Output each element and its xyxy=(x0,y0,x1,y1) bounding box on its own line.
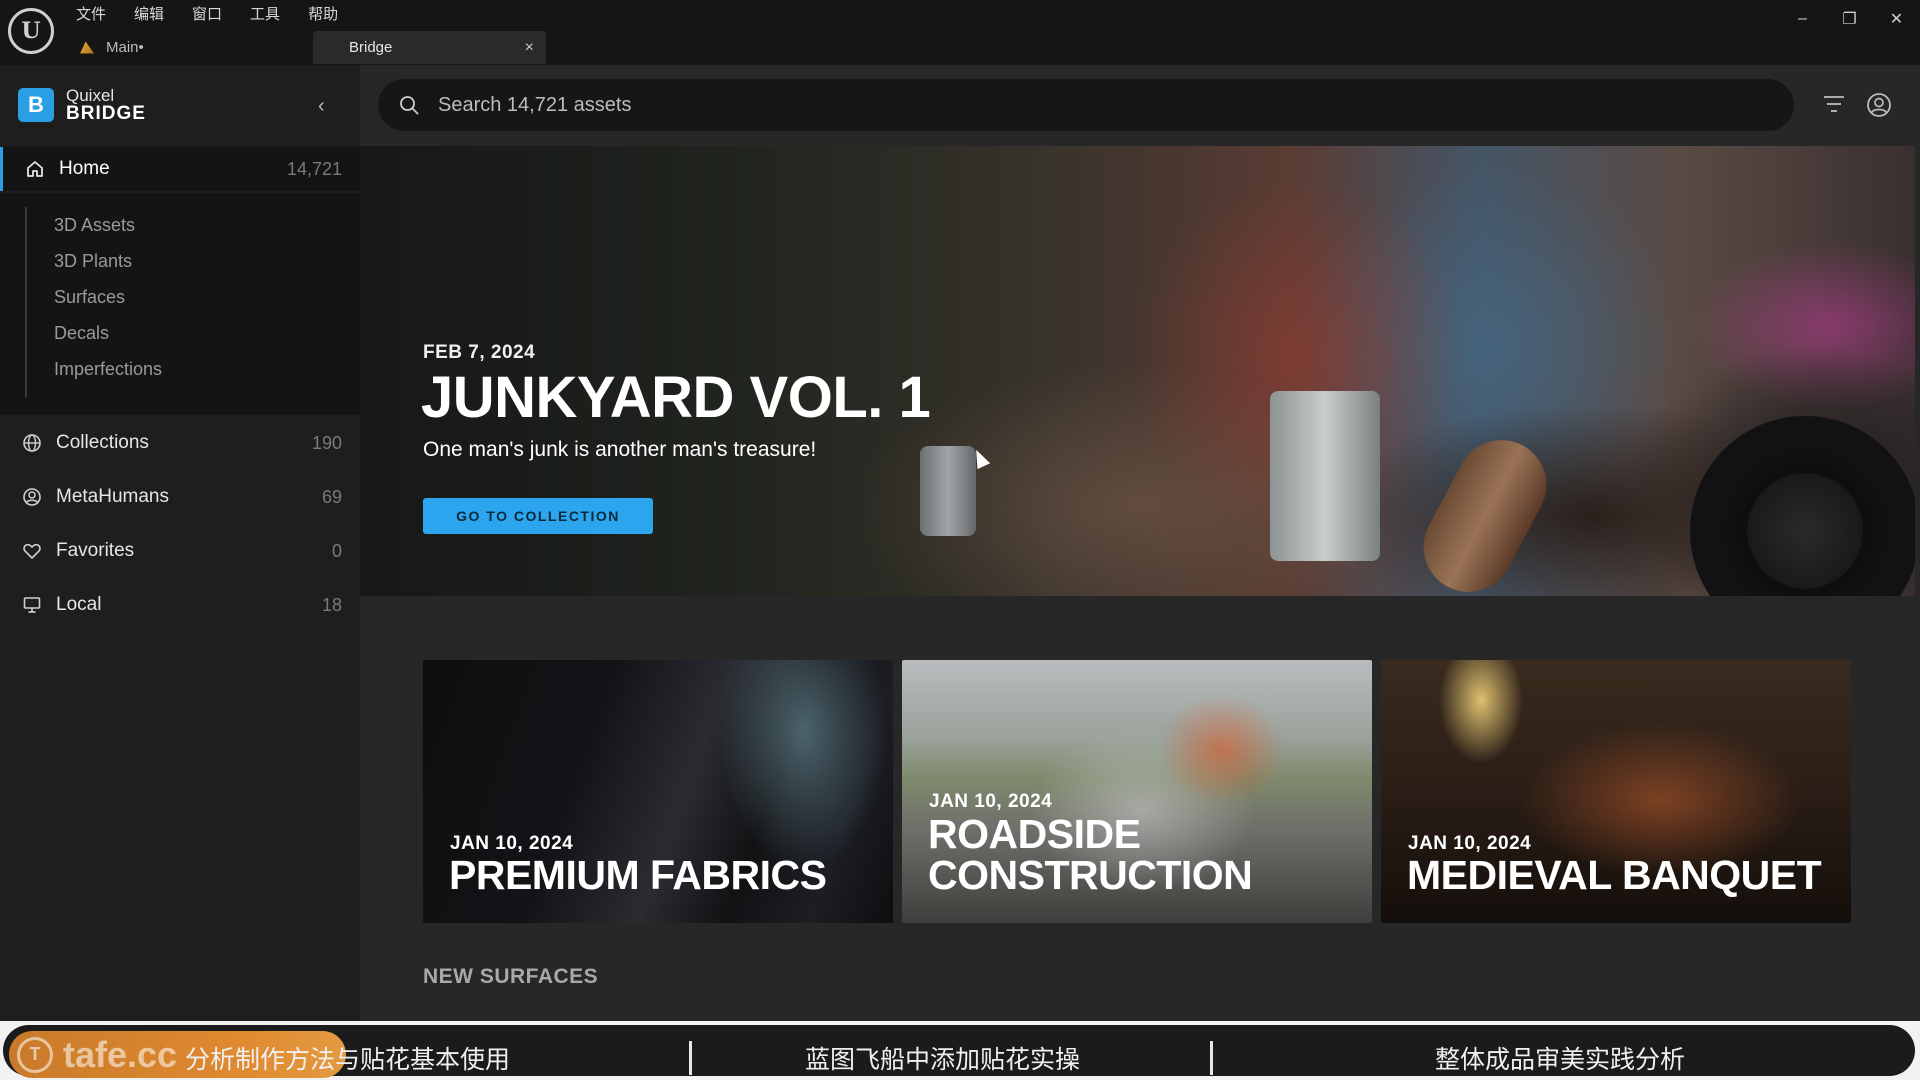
main-content: FEB 7, 2024 JUNKYARD VOL. 1 One man's ju… xyxy=(360,65,1920,1080)
unreal-logo-icon[interactable]: U xyxy=(8,8,54,54)
heart-icon xyxy=(21,540,43,562)
sidebar-item-decals[interactable]: Decals xyxy=(54,323,109,344)
menu-edit[interactable]: 编辑 xyxy=(134,3,178,24)
hero-image-pipe xyxy=(1407,424,1563,596)
level-icon xyxy=(80,41,94,54)
collection-card-medieval-banquet[interactable]: JAN 10, 2024 MEDIEVAL BANQUET xyxy=(1381,660,1851,923)
hero-subtitle: One man's junk is another man's treasure… xyxy=(423,438,817,461)
sidebar-item-label: Favorites xyxy=(56,540,135,561)
menu-file[interactable]: 文件 xyxy=(76,3,120,24)
course-banner: T tafe.cc 分析制作方法与贴花基本使用 蓝图飞船中添加贴花实操 整体成品… xyxy=(0,1021,1920,1080)
banner-chapter-2: 蓝图飞船中添加贴花实操 xyxy=(805,1045,1081,1074)
sidebar-item-count: 190 xyxy=(311,432,342,453)
hero-image-barrel xyxy=(1270,391,1380,561)
restore-button[interactable]: ❐ xyxy=(1826,0,1873,38)
brand-quixel: Quixel xyxy=(66,86,115,105)
title-bar: U 文件 编辑 窗口 工具 帮助 Main• Bridge × – ❐ ✕ xyxy=(0,0,1920,65)
account-icon[interactable] xyxy=(1866,92,1892,118)
sidebar-item-label: Home xyxy=(59,158,110,179)
card-title: MEDIEVAL BANQUET xyxy=(1407,852,1822,898)
hero-title: JUNKYARD VOL. 1 xyxy=(421,365,931,430)
sidebar-item-imperfections[interactable]: Imperfections xyxy=(54,359,162,380)
sidebar-item-metahumans[interactable]: MetaHumans 69 xyxy=(0,475,360,519)
banner-divider xyxy=(1210,1041,1213,1075)
sidebar-item-home[interactable]: Home 14,721 xyxy=(0,147,360,191)
subnav-divider xyxy=(25,207,27,397)
sidebar-item-3d-plants[interactable]: 3D Plants xyxy=(54,251,132,272)
sidebar-item-count: 14,721 xyxy=(286,158,342,179)
menu-bar: 文件 编辑 窗口 工具 帮助 xyxy=(76,3,366,24)
sidebar: B Quixel BRIDGE ‹ Home 14,721 3D Assets … xyxy=(0,65,360,1080)
sidebar-item-favorites[interactable]: Favorites 0 xyxy=(0,529,360,573)
tab-main-label: Main• xyxy=(106,39,144,56)
menu-tools[interactable]: 工具 xyxy=(250,3,294,24)
hero-date: FEB 7, 2024 xyxy=(423,342,536,363)
search-icon xyxy=(398,94,420,116)
tab-main[interactable]: Main• xyxy=(80,31,310,64)
search-bar[interactable] xyxy=(378,79,1794,131)
filter-icon[interactable] xyxy=(1822,92,1846,116)
close-window-button[interactable]: ✕ xyxy=(1873,0,1920,38)
tab-close-icon[interactable]: × xyxy=(525,39,534,57)
bridge-logo-icon: B xyxy=(18,88,54,122)
section-title-new-surfaces: NEW SURFACES xyxy=(423,965,599,988)
featured-banner[interactable]: FEB 7, 2024 JUNKYARD VOL. 1 One man's ju… xyxy=(360,146,1915,596)
search-input[interactable] xyxy=(438,93,1738,117)
sidebar-item-collections[interactable]: Collections 190 xyxy=(0,421,360,465)
tab-bridge[interactable]: Bridge × xyxy=(313,31,546,64)
home-icon xyxy=(24,158,46,180)
watermark-logo-icon: T xyxy=(17,1036,53,1073)
card-title-line-2: CONSTRUCTION xyxy=(928,852,1253,898)
globe-icon xyxy=(21,432,43,454)
menu-window[interactable]: 窗口 xyxy=(192,3,236,24)
sidebar-item-label: MetaHumans xyxy=(56,486,169,507)
sidebar-item-label: Local xyxy=(56,594,102,615)
sidebar-item-local[interactable]: Local 18 xyxy=(0,583,360,627)
menu-help[interactable]: 帮助 xyxy=(308,3,352,24)
banner-chapter-1: 分析制作方法与贴花基本使用 xyxy=(185,1045,511,1074)
sidebar-item-surfaces[interactable]: Surfaces xyxy=(54,287,125,308)
sidebar-item-count: 18 xyxy=(321,594,342,615)
sidebar-item-count: 69 xyxy=(321,486,342,507)
collapse-sidebar-button[interactable]: ‹ xyxy=(318,95,325,118)
sidebar-item-count: 0 xyxy=(331,540,342,561)
home-subnav: 3D Assets 3D Plants Surfaces Decals Impe… xyxy=(0,193,360,415)
banner-divider xyxy=(689,1041,692,1075)
tab-bridge-label: Bridge xyxy=(349,39,393,56)
user-circle-icon xyxy=(21,486,43,508)
watermark-text: tafe.cc xyxy=(63,1033,178,1075)
sidebar-item-label: Collections xyxy=(56,432,149,453)
go-to-collection-button[interactable]: GO TO COLLECTION xyxy=(423,498,653,534)
card-title: PREMIUM FABRICS xyxy=(449,852,827,898)
collection-card-roadside-construction[interactable]: JAN 10, 2024 ROADSIDE CONSTRUCTION xyxy=(902,660,1372,923)
card-date: JAN 10, 2024 xyxy=(929,791,1053,812)
card-title-line-1: ROADSIDE xyxy=(928,811,1141,857)
hero-image-tire xyxy=(1690,416,1915,596)
collection-card-premium-fabrics[interactable]: JAN 10, 2024 PREMIUM FABRICS xyxy=(423,660,893,923)
minimize-button[interactable]: – xyxy=(1779,0,1826,38)
monitor-icon xyxy=(21,594,43,616)
sidebar-item-3d-assets[interactable]: 3D Assets xyxy=(54,215,135,236)
banner-chapter-3: 整体成品审美实践分析 xyxy=(1435,1045,1686,1074)
window-controls: – ❐ ✕ xyxy=(1779,0,1920,38)
quixel-bridge-logo: B Quixel BRIDGE xyxy=(18,87,146,123)
brand-bridge: BRIDGE xyxy=(66,103,146,124)
